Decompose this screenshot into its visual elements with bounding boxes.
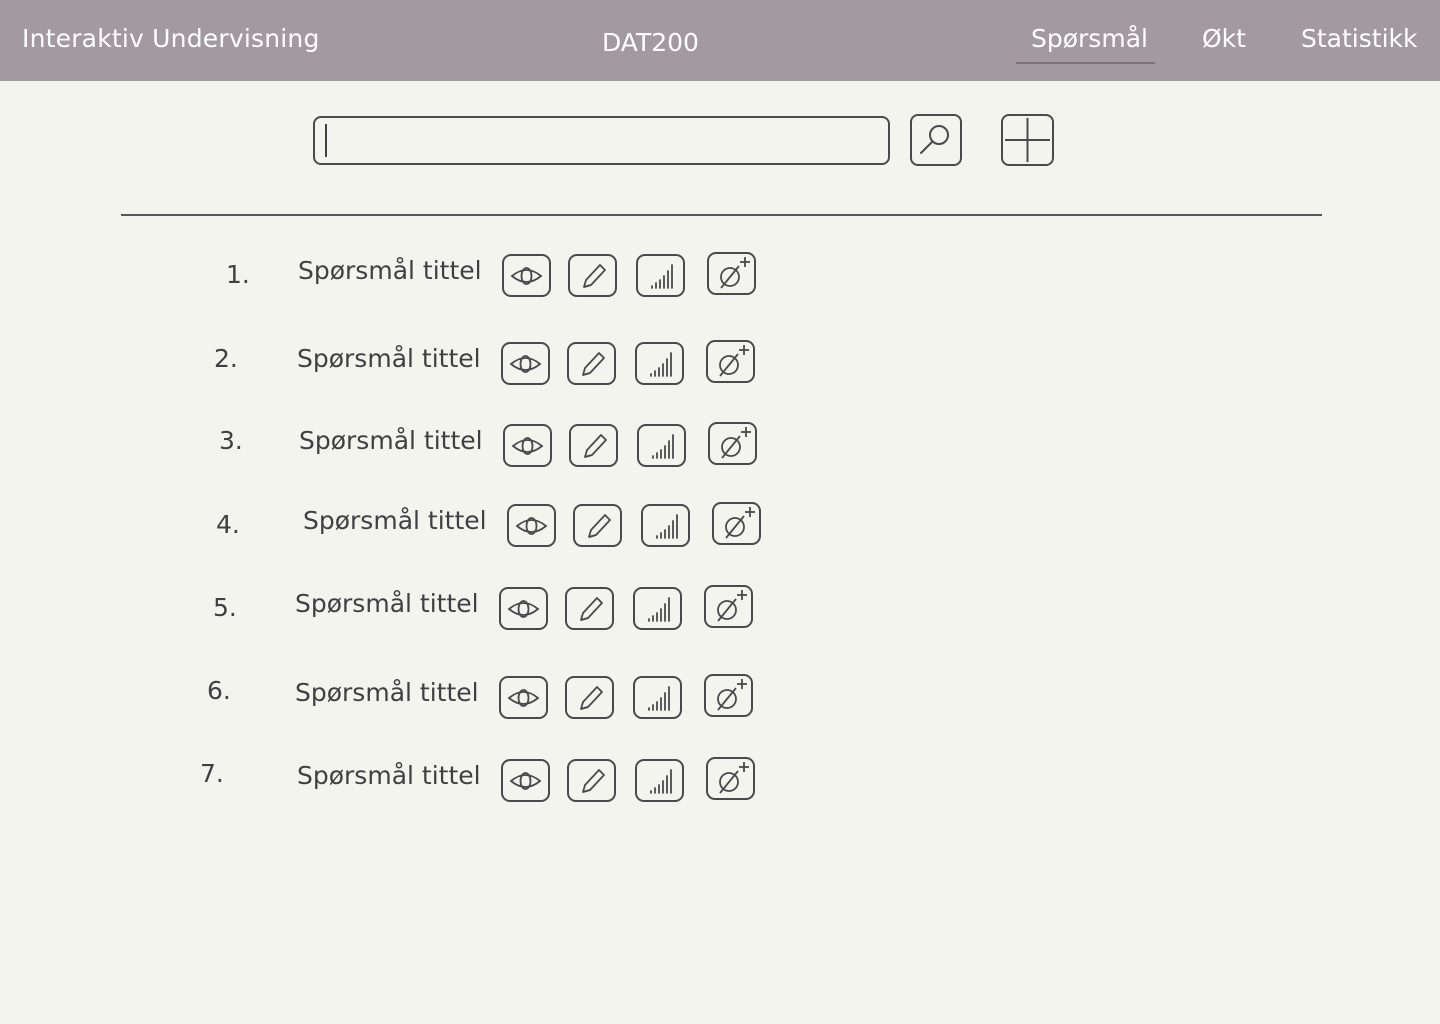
question-title: Spørsmål tittel — [295, 678, 479, 707]
edit-button[interactable] — [565, 676, 614, 719]
add-to-session-button[interactable] — [706, 340, 755, 383]
edit-button[interactable] — [568, 254, 617, 297]
search-button[interactable] — [910, 114, 962, 166]
plus-icon — [1005, 118, 1050, 162]
view-button[interactable] — [499, 676, 548, 719]
pencil-icon — [580, 597, 603, 621]
add-question-button[interactable] — [1001, 114, 1054, 166]
edit-button[interactable] — [567, 759, 616, 802]
edit-button[interactable] — [567, 342, 616, 385]
statistics-button[interactable] — [635, 759, 684, 802]
signal-bars-icon — [650, 352, 672, 377]
question-row: 1. Spørsmål tittel — [0, 252, 1440, 302]
eye-icon — [511, 437, 544, 455]
search-input[interactable] — [313, 116, 890, 165]
question-number: 3. — [219, 426, 243, 455]
signal-bars-icon — [651, 264, 673, 289]
question-title: Spørsmål tittel — [303, 506, 487, 535]
eye-icon — [510, 267, 543, 285]
eye-icon — [509, 772, 542, 790]
signal-bars-icon — [652, 434, 674, 459]
add-to-session-button[interactable] — [712, 502, 761, 545]
signal-bars-icon — [650, 769, 672, 794]
empty-set-plus-icon — [717, 679, 747, 711]
eye-icon — [507, 689, 540, 707]
pencil-icon — [584, 434, 607, 458]
question-row: 2. Spørsmål tittel — [0, 340, 1440, 390]
statistics-button[interactable] — [636, 254, 685, 297]
question-title: Spørsmål tittel — [298, 256, 482, 285]
nav-tab-statistics[interactable]: Statistikk — [1301, 24, 1417, 53]
app-title[interactable]: Interaktiv Undervisning — [22, 24, 320, 53]
empty-set-plus-icon — [719, 345, 749, 377]
statistics-button[interactable] — [633, 676, 682, 719]
divider — [121, 214, 1322, 216]
view-button[interactable] — [503, 424, 552, 467]
question-row: 7. Spørsmål tittel — [0, 757, 1440, 807]
pencil-icon — [582, 769, 605, 793]
view-button[interactable] — [501, 342, 550, 385]
question-number: 6. — [207, 676, 231, 705]
view-button[interactable] — [499, 587, 548, 630]
question-number: 7. — [200, 759, 224, 788]
add-to-session-button[interactable] — [704, 674, 753, 717]
pencil-icon — [583, 264, 606, 288]
question-number: 2. — [214, 344, 238, 373]
active-tab-indicator — [1016, 62, 1155, 64]
add-to-session-button[interactable] — [706, 757, 755, 800]
view-button[interactable] — [501, 759, 550, 802]
add-to-session-button[interactable] — [708, 422, 757, 465]
empty-set-plus-icon — [721, 427, 751, 459]
question-title: Spørsmål tittel — [299, 426, 483, 455]
question-row: 5. Spørsmål tittel — [0, 585, 1440, 635]
empty-set-plus-icon — [717, 590, 747, 622]
nav-tab-session[interactable]: Økt — [1202, 24, 1246, 53]
empty-set-plus-icon — [725, 507, 755, 539]
pencil-icon — [588, 514, 611, 538]
add-to-session-button[interactable] — [707, 252, 756, 295]
add-to-session-button[interactable] — [704, 585, 753, 628]
statistics-button[interactable] — [637, 424, 686, 467]
question-number: 5. — [213, 593, 237, 622]
edit-button[interactable] — [569, 424, 618, 467]
eye-icon — [515, 517, 548, 535]
pencil-icon — [582, 352, 605, 376]
course-code: DAT200 — [602, 28, 699, 57]
question-number: 4. — [216, 510, 240, 539]
signal-bars-icon — [648, 686, 670, 711]
edit-button[interactable] — [573, 504, 622, 547]
eye-icon — [507, 600, 540, 618]
question-row: 3. Spørsmål tittel — [0, 422, 1440, 472]
signal-bars-icon — [648, 597, 670, 622]
view-button[interactable] — [502, 254, 551, 297]
view-button[interactable] — [507, 504, 556, 547]
question-title: Spørsmål tittel — [297, 344, 481, 373]
edit-button[interactable] — [565, 587, 614, 630]
question-title: Spørsmål tittel — [295, 589, 479, 618]
nav-tab-questions[interactable]: Spørsmål — [1031, 24, 1148, 53]
empty-set-plus-icon — [719, 762, 749, 794]
question-title: Spørsmål tittel — [297, 761, 481, 790]
question-number: 1. — [226, 260, 250, 289]
empty-set-plus-icon — [720, 257, 750, 289]
signal-bars-icon — [656, 514, 678, 539]
question-row: 4. Spørsmål tittel — [0, 502, 1440, 552]
text-cursor — [325, 124, 327, 157]
question-row: 6. Spørsmål tittel — [0, 674, 1440, 724]
statistics-button[interactable] — [633, 587, 682, 630]
magnifier-icon — [920, 125, 949, 154]
statistics-button[interactable] — [641, 504, 690, 547]
pencil-icon — [580, 686, 603, 710]
eye-icon — [509, 355, 542, 373]
statistics-button[interactable] — [635, 342, 684, 385]
top-navigation-bar: Interaktiv Undervisning DAT200 Spørsmål … — [0, 0, 1440, 81]
